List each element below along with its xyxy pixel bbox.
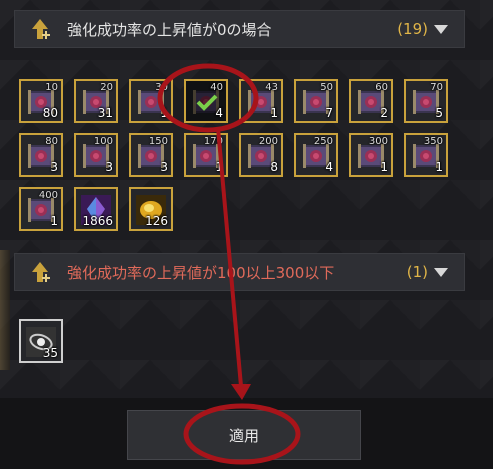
item-level: 20 [100,82,113,93]
item-level: 70 [430,82,443,93]
item-quantity: 80 [42,106,58,120]
item-level: 10 [45,82,58,93]
item-quantity: 3 [50,160,58,174]
item-quantity: 1 [215,160,223,174]
item-quantity: 7 [325,106,333,120]
item-quantity: 1866 [82,214,113,228]
inventory-item[interactable]: 70 5 [404,79,448,123]
item-quantity: 126 [145,214,168,228]
inventory-item[interactable]: 20 31 [74,79,118,123]
apply-button[interactable]: 適用 [127,410,361,460]
item-level: 400 [38,190,58,201]
item-level: 350 [423,136,443,147]
inventory-item[interactable]: 126 [129,187,173,231]
upgrade-arrow-icon [27,16,53,42]
section-title: 強化成功率の上昇値が0の場合 [67,20,272,39]
item-quantity: 3 [160,160,168,174]
inventory-item[interactable]: 35 [19,319,63,363]
item-quantity: 1 [380,160,388,174]
item-quantity: 4 [325,160,333,174]
section-count: (19) [397,20,428,38]
item-quantity: 1 [50,214,58,228]
item-quantity: 1 [270,106,278,120]
left-edge-decoration [0,250,10,370]
inventory-item[interactable]: 30 1 [129,79,173,123]
apply-button-label: 適用 [228,426,259,445]
item-level: 250 [313,136,333,147]
inventory-item[interactable]: 1866 [74,187,118,231]
item-level: 50 [320,82,333,93]
item-level: 43 [265,82,278,93]
item-quantity: 1 [435,160,443,174]
item-quantity: 5 [435,106,443,120]
item-level: 60 [375,82,388,93]
inventory-item[interactable]: 300 1 [349,133,393,177]
inventory-item[interactable]: 10 80 [19,79,63,123]
upgrade-arrow-icon [27,259,53,285]
item-level: 100 [93,136,113,147]
item-quantity: 1 [160,106,168,120]
inventory-item[interactable]: 100 3 [74,133,118,177]
inventory-item[interactable]: 80 3 [19,133,63,177]
inventory-item[interactable]: 400 1 [19,187,63,231]
item-quantity: 8 [270,160,278,174]
inventory-item[interactable]: 60 2 [349,79,393,123]
inventory-item[interactable]: 250 4 [294,133,338,177]
section-title: 強化成功率の上昇値が100以上300以下 [67,263,335,282]
item-quantity: 2 [380,106,388,120]
item-quantity: 35 [42,346,58,360]
item-level: 80 [45,136,58,147]
inventory-item[interactable]: 43 1 [239,79,283,123]
inventory-item[interactable]: 40 4 [184,79,228,123]
item-level: 300 [368,136,388,147]
section-count: (1) [406,263,428,281]
chevron-down-icon[interactable] [434,267,448,277]
item-level: 170 [203,136,223,147]
item-quantity: 3 [105,160,113,174]
item-level: 200 [258,136,278,147]
section-header-100-300-rate[interactable]: 強化成功率の上昇値が100以上300以下 (1) [14,253,465,291]
inventory-item[interactable]: 150 3 [129,133,173,177]
item-level: 40 [210,82,223,93]
chevron-down-icon[interactable] [434,24,448,34]
item-level: 150 [148,136,168,147]
section-header-zero-rate[interactable]: 強化成功率の上昇値が0の場合 (19) [14,10,465,48]
item-level: 30 [155,82,168,93]
inventory-item[interactable]: 200 8 [239,133,283,177]
inventory-item[interactable]: 50 7 [294,79,338,123]
inventory-item[interactable]: 350 1 [404,133,448,177]
item-quantity: 4 [215,106,223,120]
inventory-item[interactable]: 170 1 [184,133,228,177]
item-quantity: 31 [97,106,113,120]
